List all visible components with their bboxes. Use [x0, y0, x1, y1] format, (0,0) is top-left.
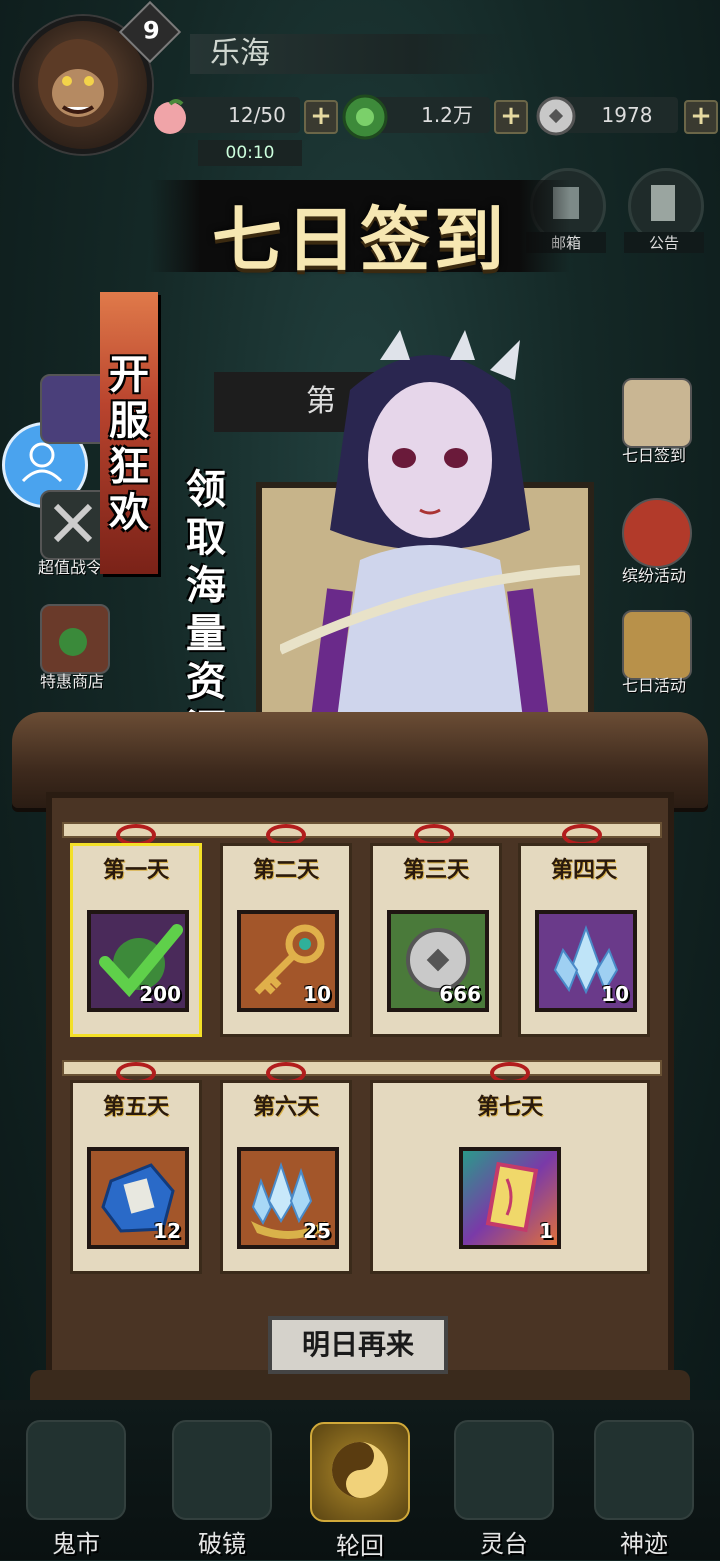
day-label: 第六天	[252, 1095, 319, 1120]
day-card-2[interactable]: 第二天 10	[220, 843, 352, 1037]
seven-day-event-label: 七日活动	[621, 676, 686, 695]
reward-slot: 25	[237, 1147, 339, 1249]
add-silver-button[interactable]: +	[684, 100, 718, 134]
special-shop-label: 特惠商店	[39, 672, 104, 691]
dialog-title: 七日签到	[212, 199, 508, 281]
jade-coin-icon	[342, 94, 388, 140]
mirror-icon	[172, 1420, 272, 1520]
nav-item-miracle[interactable]: 神迹	[584, 1404, 704, 1558]
nav-label: 神迹	[620, 1530, 668, 1558]
seven-day-signin-label: 七日签到	[621, 446, 686, 465]
day-card-3[interactable]: 第三天 666	[370, 843, 502, 1037]
reward-quantity: 12	[153, 1219, 181, 1243]
bamboo-scroll-icon[interactable]	[622, 610, 692, 680]
reward-quantity: 25	[303, 1219, 331, 1243]
reward-slot: 12	[87, 1147, 189, 1249]
stamina-timer: 00:10	[198, 140, 302, 166]
day-card-1[interactable]: 第一天 200	[70, 843, 202, 1037]
scroll-icon[interactable]	[622, 378, 692, 448]
reward-quantity: 200	[139, 982, 181, 1006]
reward-slot: 10	[237, 910, 339, 1012]
drum-icon[interactable]	[622, 498, 692, 568]
peach-icon	[150, 96, 190, 136]
day-label: 第四天	[550, 858, 617, 883]
market-icon	[26, 1420, 126, 1520]
day-card-4[interactable]: 第四天 10	[518, 843, 650, 1037]
silver-coin-icon	[536, 96, 576, 136]
pavilion-icon	[454, 1420, 554, 1520]
reward-slot: 1	[459, 1147, 561, 1249]
nav-label: 轮回	[336, 1532, 384, 1560]
nav-item-reincarnation[interactable]: 轮回	[300, 1406, 420, 1560]
reward-quantity: 10	[601, 982, 629, 1006]
reward-quantity: 666	[439, 982, 481, 1006]
day-label: 第三天	[402, 858, 469, 883]
reward-quantity: 10	[303, 982, 331, 1006]
day-card-7[interactable]: 第七天 1	[370, 1080, 650, 1274]
day-label: 第二天	[252, 858, 319, 883]
nav-label: 鬼市	[52, 1530, 100, 1558]
stamina-display: 12/50	[176, 97, 300, 133]
notice-label: 公告	[624, 232, 704, 253]
colorful-event-label: 缤纷活动	[621, 566, 686, 585]
nav-label: 破镜	[198, 1530, 246, 1558]
day-card-6[interactable]: 第六天 25	[220, 1080, 352, 1274]
reward-quantity: 1	[539, 1219, 553, 1243]
nav-item-ghost-market[interactable]: 鬼市	[16, 1404, 136, 1558]
reward-slot: 200	[87, 910, 189, 1012]
nav-item-break-mirror[interactable]: 破镜	[162, 1404, 282, 1558]
event-banner-text: 开服狂欢	[109, 352, 149, 536]
add-stamina-button[interactable]: +	[304, 100, 338, 134]
add-jade-button[interactable]: +	[494, 100, 528, 134]
reward-slot: 666	[387, 910, 489, 1012]
shop-icon[interactable]	[40, 604, 110, 674]
slogan-text: 领取海量资源	[186, 467, 226, 753]
reward-slot: 10	[535, 910, 637, 1012]
yin-yang-icon	[310, 1422, 410, 1522]
character-illustration	[277, 330, 581, 752]
nav-item-spirit-platform[interactable]: 灵台	[444, 1404, 564, 1558]
come-back-tomorrow-button[interactable]: 明日再来	[268, 1316, 448, 1374]
day-label: 第一天	[102, 858, 169, 883]
nav-label: 灵台	[480, 1530, 528, 1558]
day-label: 第五天	[102, 1095, 169, 1120]
day-card-5[interactable]: 第五天 12	[70, 1080, 202, 1274]
day-label: 第七天	[476, 1095, 543, 1120]
shrine-icon	[594, 1420, 694, 1520]
player-name: 乐海	[190, 34, 510, 74]
